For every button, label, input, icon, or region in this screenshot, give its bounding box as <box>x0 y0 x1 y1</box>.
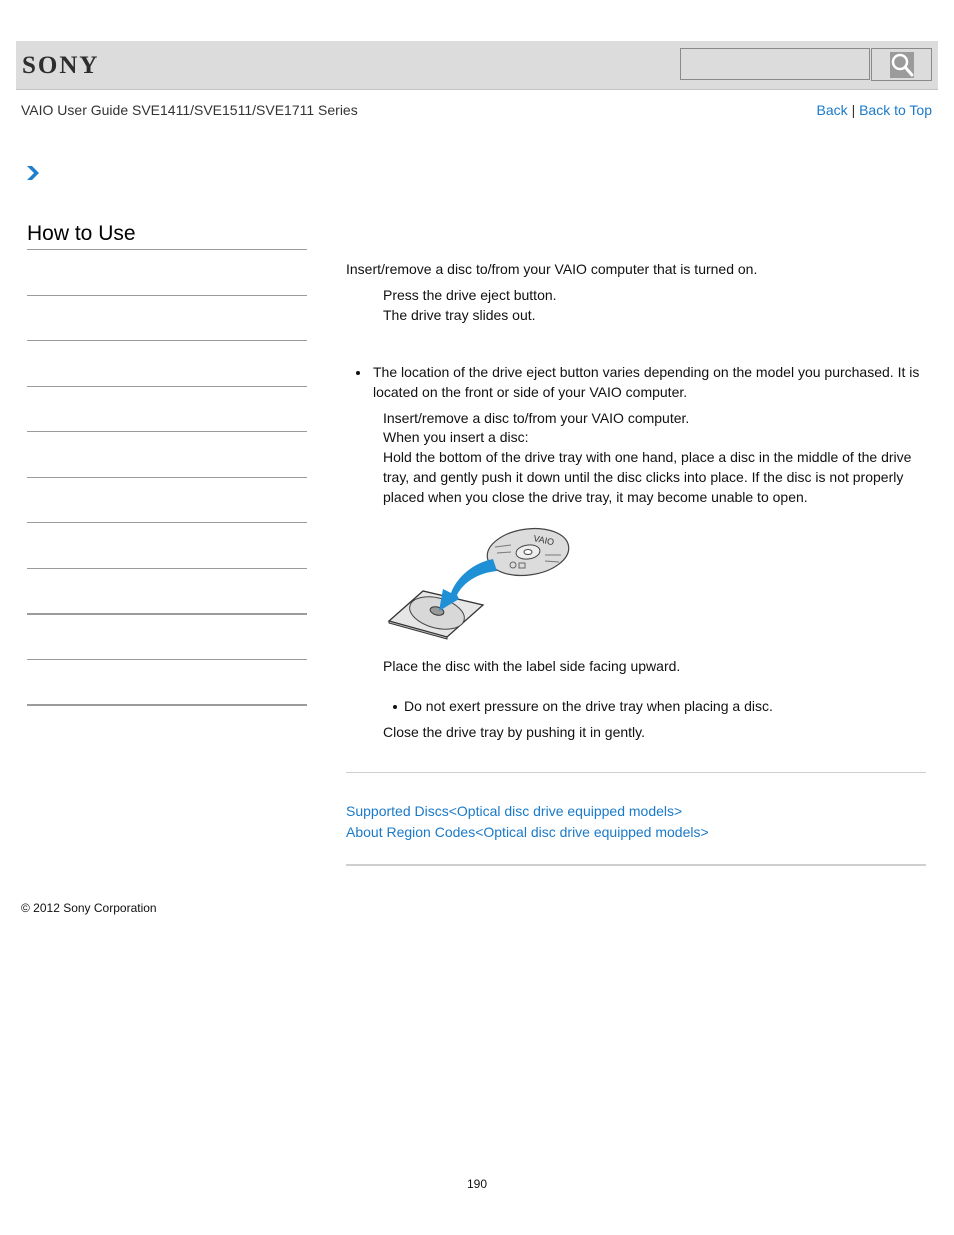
step2-text: Insert/remove a disc to/from your VAIO c… <box>383 410 690 426</box>
step2-subhead: When you insert a disc: <box>383 429 529 445</box>
sidebar-item[interactable] <box>27 295 307 296</box>
sidebar-item[interactable] <box>27 340 307 341</box>
section-divider <box>346 864 926 866</box>
note1-line1: The location of the drive eject button v… <box>373 364 920 380</box>
section-divider <box>346 772 926 773</box>
bullet-icon <box>356 371 360 375</box>
drive-tray-icon <box>387 590 485 640</box>
note2-text: Do not exert pressure on the drive tray … <box>404 698 773 714</box>
sidebar-title-rule <box>27 249 307 250</box>
sidebar-item[interactable] <box>27 386 307 387</box>
step2-detail-2: tray, and gently push it down until the … <box>383 469 904 485</box>
step2-detail-1: Hold the bottom of the drive tray with o… <box>383 449 912 465</box>
step3-text: Close the drive tray by pushing it in ge… <box>383 724 645 740</box>
search-input[interactable] <box>680 48 870 80</box>
step1-result: The drive tray slides out. <box>383 307 536 323</box>
related-link-region-codes[interactable]: About Region Codes<Optical disc drive eq… <box>346 824 709 840</box>
intro-text: Insert/remove a disc to/from your VAIO c… <box>346 261 758 277</box>
bullet-icon <box>393 705 397 709</box>
sidebar-item[interactable] <box>27 431 307 432</box>
copyright: © 2012 Sony Corporation <box>21 901 157 915</box>
magnifier-icon <box>889 51 914 78</box>
sidebar-item[interactable] <box>27 659 307 660</box>
step1-text: Press the drive eject button. <box>383 287 557 303</box>
sidebar-item[interactable] <box>27 477 307 478</box>
sidebar-item[interactable] <box>27 704 307 706</box>
nav-separator: | <box>851 102 856 118</box>
guide-title: VAIO User Guide SVE1411/SVE1511/SVE1711 … <box>21 102 358 118</box>
step2-detail-3: placed when you close the drive tray, it… <box>383 489 808 505</box>
back-link[interactable]: Back <box>817 102 848 118</box>
chevron-right-icon[interactable] <box>26 165 40 186</box>
related-link-supported-discs[interactable]: Supported Discs<Optical disc drive equip… <box>346 803 682 819</box>
sidebar-title: How to Use <box>27 222 136 245</box>
search-button[interactable] <box>871 48 932 81</box>
sony-logo[interactable]: SONY <box>22 52 99 80</box>
illustration-caption: Place the disc with the label side facin… <box>383 658 681 674</box>
page-number: 190 <box>466 1177 488 1191</box>
sidebar-item[interactable] <box>27 568 307 569</box>
note1-line2: located on the front or side of your VAI… <box>373 384 688 400</box>
disc-insert-illustration: VAIO <box>385 525 575 645</box>
sidebar-item[interactable] <box>27 613 307 615</box>
nav-links: Back | Back to Top <box>817 102 932 118</box>
sidebar-item[interactable] <box>27 522 307 523</box>
disc-icon: VAIO <box>486 527 570 577</box>
back-to-top-link[interactable]: Back to Top <box>859 102 932 118</box>
